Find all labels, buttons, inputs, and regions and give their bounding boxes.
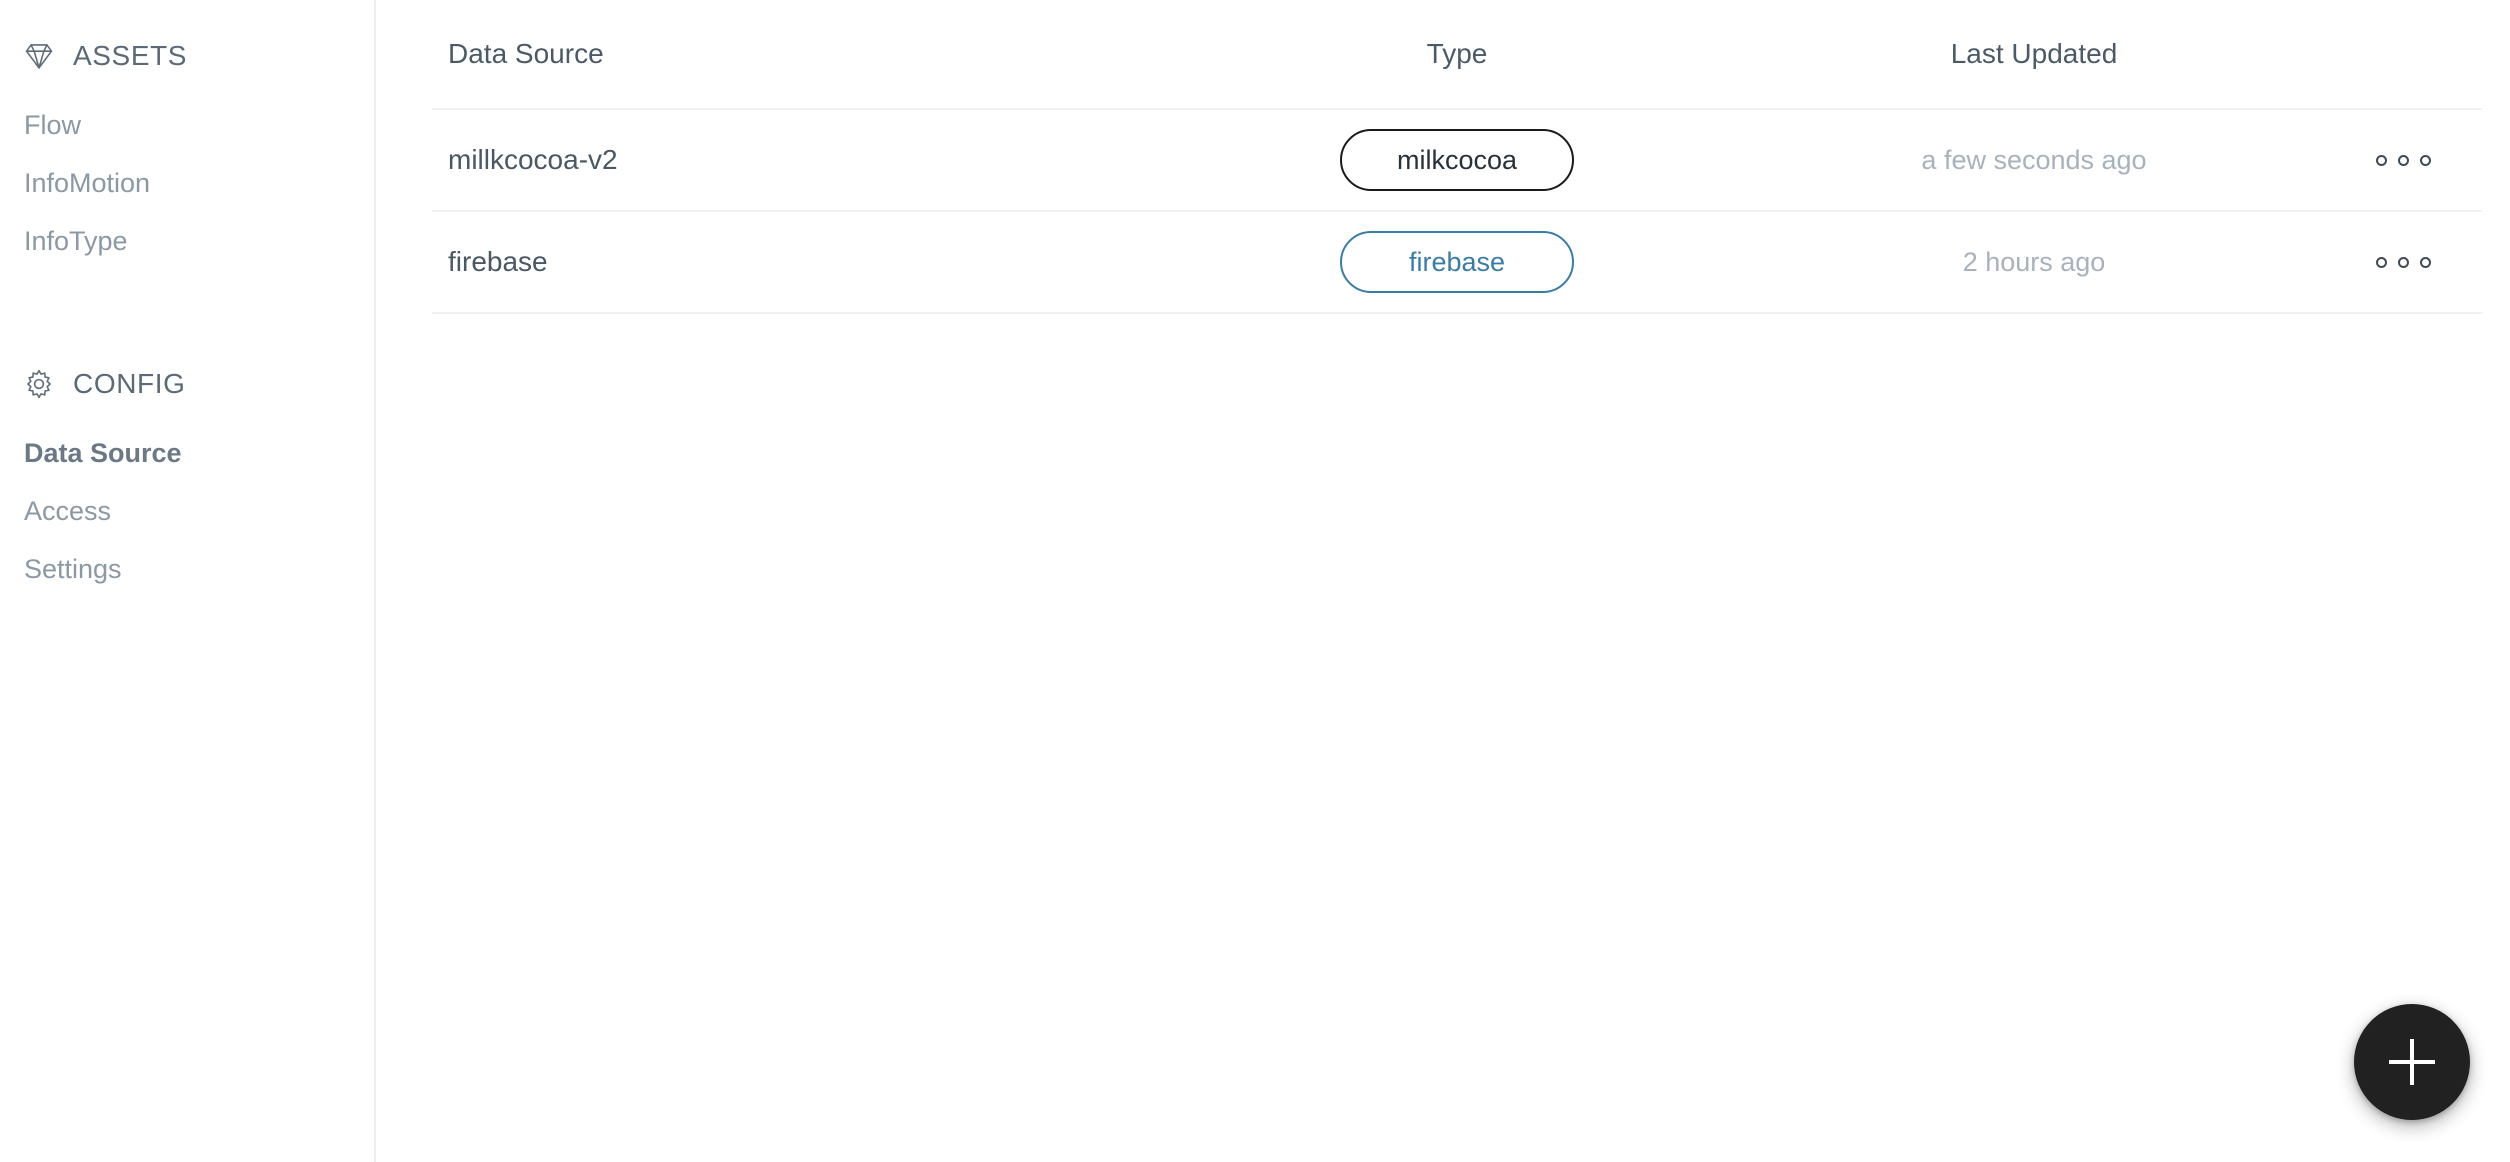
sidebar-section-title-config: CONFIG	[73, 368, 186, 399]
type-chip-milkcocoa[interactable]: milkcocoa	[1340, 129, 1574, 191]
cell-actions	[2324, 143, 2482, 178]
main-content: Data Source Type Last Updated millkcocoa…	[376, 0, 2510, 1162]
more-options-icon[interactable]	[2368, 245, 2439, 280]
data-source-table: Data Source Type Last Updated millkcocoa…	[376, 0, 2510, 314]
sidebar-items-config: Data Source Access Settings	[0, 410, 374, 598]
plus-icon	[2389, 1039, 2435, 1085]
sidebar-section-header-config: CONFIG	[0, 358, 374, 410]
dot-1	[2375, 154, 2387, 166]
cell-last-updated: 2 hours ago	[1962, 246, 2106, 277]
column-header-type: Type	[1426, 38, 1488, 69]
cell-data-source-name: firebase	[448, 246, 548, 277]
add-data-source-button[interactable]	[2354, 1004, 2470, 1120]
dot-3	[2419, 256, 2431, 268]
dot-3	[2419, 154, 2431, 166]
sidebar-item-data-source[interactable]: Data Source	[0, 424, 374, 482]
sidebar-item-infomotion[interactable]: InfoMotion	[0, 154, 374, 212]
dot-1	[2375, 256, 2387, 268]
table-row[interactable]: millkcocoa-v2 milkcocoa a few seconds ag…	[432, 110, 2482, 212]
table-header-row: Data Source Type Last Updated	[432, 0, 2482, 110]
sidebar-item-flow[interactable]: Flow	[0, 96, 374, 154]
cell-data-source-name: millkcocoa-v2	[448, 144, 618, 175]
sidebar-section-header-assets: ASSETS	[0, 30, 374, 82]
type-chip-firebase[interactable]: firebase	[1340, 231, 1574, 293]
dot-2	[2397, 154, 2409, 166]
dot-2	[2397, 256, 2409, 268]
app-root: ASSETS Flow InfoMotion InfoType CONFIG D…	[0, 0, 2510, 1162]
column-header-data-source: Data Source	[448, 38, 604, 69]
sidebar-items-assets: Flow InfoMotion InfoType	[0, 82, 374, 270]
sidebar: ASSETS Flow InfoMotion InfoType CONFIG D…	[0, 0, 376, 1162]
cell-type: milkcocoa	[1170, 129, 1744, 191]
cell-type: firebase	[1170, 231, 1744, 293]
cell-actions	[2324, 245, 2482, 280]
column-header-last-updated: Last Updated	[1950, 38, 2118, 69]
more-options-icon[interactable]	[2368, 143, 2439, 178]
sidebar-item-access[interactable]: Access	[0, 482, 374, 540]
sidebar-section-title-assets: ASSETS	[73, 40, 188, 71]
sidebar-item-infotype[interactable]: InfoType	[0, 212, 374, 270]
diamond-icon	[22, 39, 56, 73]
sidebar-section-config: CONFIG Data Source Access Settings	[0, 358, 374, 598]
sidebar-item-settings[interactable]: Settings	[0, 540, 374, 598]
sidebar-section-assets: ASSETS Flow InfoMotion InfoType	[0, 30, 374, 270]
cell-last-updated: a few seconds ago	[1921, 144, 2147, 175]
gear-icon	[22, 367, 56, 401]
table-row[interactable]: firebase firebase 2 hours ago	[432, 212, 2482, 314]
